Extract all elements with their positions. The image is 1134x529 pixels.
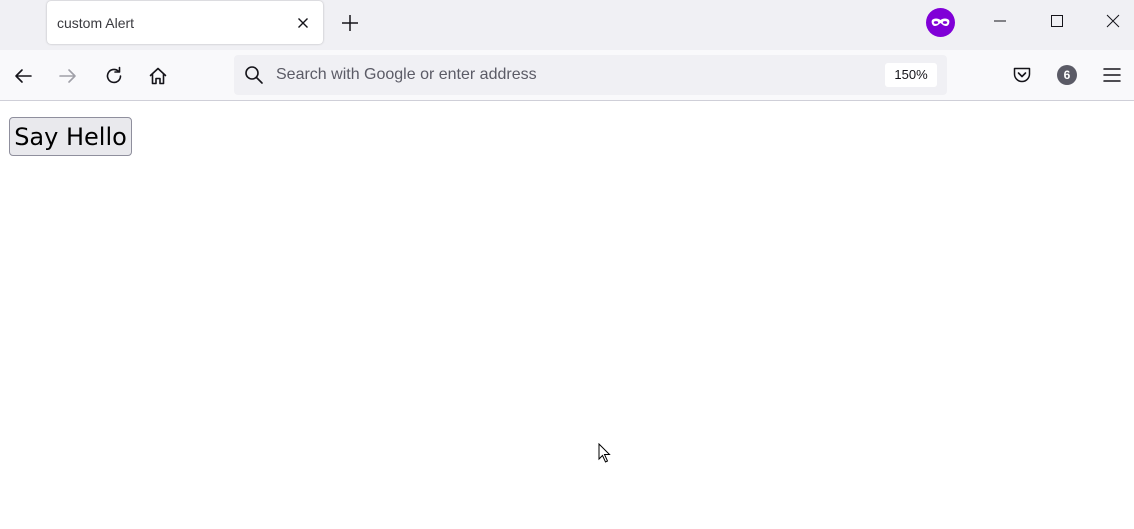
tab-strip: custom Alert bbox=[0, 0, 1134, 50]
page-content: Say Hello bbox=[0, 101, 1134, 529]
extensions-count-badge[interactable]: 6 bbox=[1057, 65, 1077, 85]
address-input[interactable] bbox=[276, 55, 876, 95]
zoom-level-badge[interactable]: 150% bbox=[885, 63, 937, 87]
menu-icon[interactable] bbox=[1102, 65, 1122, 85]
home-icon[interactable] bbox=[147, 65, 169, 87]
private-browsing-icon[interactable] bbox=[926, 8, 955, 37]
tab-title: custom Alert bbox=[57, 15, 135, 31]
close-window-icon[interactable] bbox=[1104, 12, 1122, 30]
tab-close-icon[interactable] bbox=[294, 14, 312, 32]
browser-window: custom Alert Search with Google or enter… bbox=[0, 0, 1134, 529]
pocket-icon[interactable] bbox=[1011, 64, 1033, 86]
forward-icon[interactable] bbox=[57, 65, 79, 87]
minimize-icon[interactable] bbox=[991, 12, 1009, 30]
maximize-icon[interactable] bbox=[1048, 12, 1066, 30]
back-icon[interactable] bbox=[12, 65, 34, 87]
new-tab-icon[interactable] bbox=[340, 13, 360, 33]
tab-custom-alert[interactable]: custom Alert bbox=[47, 1, 323, 44]
private-mask-icon bbox=[931, 18, 950, 26]
say-hello-button[interactable]: Say Hello bbox=[9, 117, 132, 156]
address-bar[interactable]: 150% bbox=[234, 55, 947, 95]
mouse-cursor-icon bbox=[598, 443, 611, 463]
navigation-toolbar: 150% 6 bbox=[0, 50, 1134, 101]
search-icon bbox=[245, 66, 263, 84]
reload-icon[interactable] bbox=[103, 65, 125, 87]
